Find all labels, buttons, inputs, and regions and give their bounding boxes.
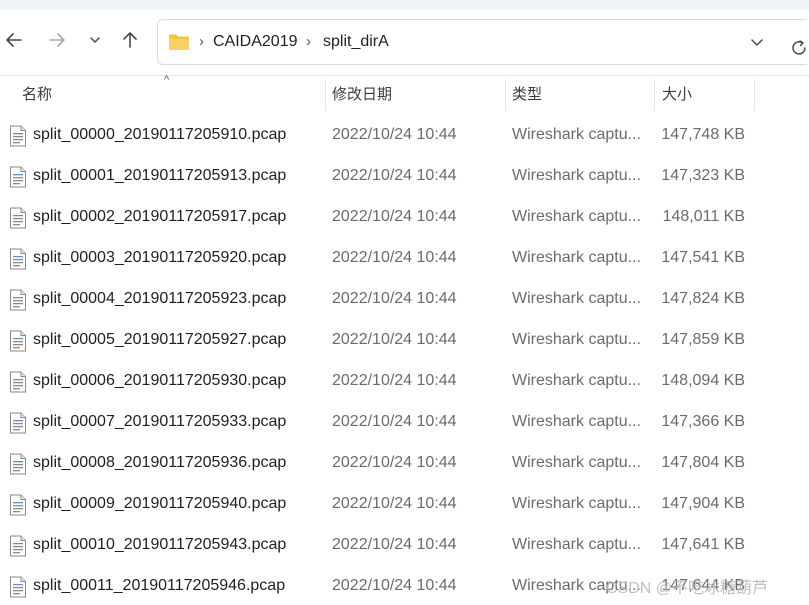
- title-strip: [0, 0, 809, 10]
- file-name: split_00005_20190117205927.pcap: [33, 331, 287, 348]
- watermark-text: CSDN @不吃冰糖葫芦: [606, 580, 769, 597]
- file-modified-date: 2022/10/24 10:44: [332, 413, 457, 430]
- file-name: split_00008_20190117205936.pcap: [33, 454, 287, 471]
- file-size: 147,824 KB: [661, 290, 745, 307]
- file-name: split_00006_20190117205930.pcap: [33, 372, 287, 389]
- column-header-date[interactable]: 修改日期: [332, 76, 392, 113]
- file-name: split_00002_20190117205917.pcap: [33, 208, 287, 225]
- pcap-file-icon: [10, 453, 26, 475]
- back-button[interactable]: [0, 26, 28, 54]
- file-row[interactable]: split_00005_20190117205927.pcap 2022/10/…: [0, 321, 809, 362]
- file-row[interactable]: split_00001_20190117205913.pcap 2022/10/…: [0, 157, 809, 198]
- file-type: Wireshark captu...: [512, 331, 641, 348]
- file-name: split_00001_20190117205913.pcap: [33, 167, 287, 184]
- file-modified-date: 2022/10/24 10:44: [332, 126, 457, 143]
- file-name: split_00011_20190117205946.pcap: [33, 577, 286, 594]
- forward-button[interactable]: [43, 26, 71, 54]
- file-type: Wireshark captu...: [512, 495, 641, 512]
- file-name: split_00003_20190117205920.pcap: [33, 249, 287, 266]
- file-modified-date: 2022/10/24 10:44: [332, 536, 457, 553]
- file-size: 147,366 KB: [661, 413, 745, 430]
- file-type: Wireshark captu...: [512, 454, 641, 471]
- column-header-name[interactable]: 名称: [22, 76, 52, 113]
- file-type: Wireshark captu...: [512, 167, 641, 184]
- column-header-size[interactable]: 大小: [662, 76, 692, 113]
- breadcrumb-item-split-dira[interactable]: split_dirA: [323, 33, 389, 51]
- folder-icon: [169, 34, 189, 50]
- breadcrumb-separator: ›: [199, 33, 204, 50]
- arrow-right-icon: [49, 33, 65, 47]
- sort-ascending-icon: ^: [164, 74, 170, 86]
- arrow-up-icon: [123, 32, 137, 48]
- pcap-file-icon: [10, 207, 26, 229]
- chevron-down-icon[interactable]: [748, 33, 766, 51]
- file-name: split_00010_20190117205943.pcap: [33, 536, 287, 553]
- pcap-file-icon: [10, 535, 26, 557]
- pcap-file-icon: [10, 371, 26, 393]
- file-row[interactable]: split_00006_20190117205930.pcap 2022/10/…: [0, 362, 809, 403]
- file-size: 147,804 KB: [661, 454, 745, 471]
- pcap-file-icon: [10, 412, 26, 434]
- column-divider[interactable]: [654, 79, 655, 111]
- file-name: split_00009_20190117205940.pcap: [33, 495, 287, 512]
- column-divider[interactable]: [505, 79, 506, 111]
- file-row[interactable]: split_00009_20190117205940.pcap 2022/10/…: [0, 485, 809, 526]
- file-modified-date: 2022/10/24 10:44: [332, 249, 457, 266]
- file-modified-date: 2022/10/24 10:44: [332, 372, 457, 389]
- pcap-file-icon: [10, 166, 26, 188]
- file-type: Wireshark captu...: [512, 290, 641, 307]
- file-row[interactable]: split_00004_20190117205923.pcap 2022/10/…: [0, 280, 809, 321]
- file-size: 147,904 KB: [661, 495, 745, 512]
- file-row[interactable]: split_00010_20190117205943.pcap 2022/10/…: [0, 526, 809, 567]
- file-name: split_00000_20190117205910.pcap: [33, 126, 287, 143]
- pcap-file-icon: [10, 576, 26, 598]
- file-type: Wireshark captu...: [512, 536, 641, 553]
- column-divider[interactable]: [325, 79, 326, 111]
- file-size: 147,859 KB: [661, 331, 745, 348]
- column-header-row: ^ 名称 修改日期 类型 大小: [0, 74, 809, 113]
- file-size: 148,011 KB: [662, 208, 745, 225]
- file-size: 147,748 KB: [661, 126, 745, 143]
- navigation-bar: › CAIDA2019 › split_dirA: [0, 10, 809, 76]
- file-modified-date: 2022/10/24 10:44: [332, 495, 457, 512]
- file-type: Wireshark captu...: [512, 249, 641, 266]
- file-modified-date: 2022/10/24 10:44: [332, 454, 457, 471]
- file-name: split_00004_20190117205923.pcap: [33, 290, 287, 307]
- column-header-type[interactable]: 类型: [512, 76, 542, 113]
- chevron-down-icon: [90, 37, 100, 43]
- pcap-file-icon: [10, 494, 26, 516]
- file-size: 147,641 KB: [661, 536, 745, 553]
- file-modified-date: 2022/10/24 10:44: [332, 290, 457, 307]
- column-divider[interactable]: [754, 79, 755, 111]
- file-type: Wireshark captu...: [512, 126, 641, 143]
- file-name: split_00007_20190117205933.pcap: [33, 413, 287, 430]
- refresh-icon[interactable]: [790, 39, 808, 57]
- file-size: 148,094 KB: [661, 372, 745, 389]
- file-size: 147,323 KB: [661, 167, 745, 184]
- file-row[interactable]: split_00002_20190117205917.pcap 2022/10/…: [0, 198, 809, 239]
- recent-locations-button[interactable]: [81, 26, 109, 54]
- pcap-file-icon: [10, 125, 26, 147]
- pcap-file-icon: [10, 248, 26, 270]
- pcap-file-icon: [10, 330, 26, 352]
- file-row[interactable]: split_00008_20190117205936.pcap 2022/10/…: [0, 444, 809, 485]
- file-modified-date: 2022/10/24 10:44: [332, 331, 457, 348]
- arrow-left-icon: [6, 33, 22, 47]
- pcap-file-icon: [10, 289, 26, 311]
- file-modified-date: 2022/10/24 10:44: [332, 167, 457, 184]
- breadcrumb-item-caida2019[interactable]: CAIDA2019: [213, 33, 298, 51]
- file-row[interactable]: split_00007_20190117205933.pcap 2022/10/…: [0, 403, 809, 444]
- address-bar[interactable]: › CAIDA2019 › split_dirA: [157, 19, 807, 65]
- file-type: Wireshark captu...: [512, 208, 641, 225]
- file-type: Wireshark captu...: [512, 413, 641, 430]
- file-modified-date: 2022/10/24 10:44: [332, 208, 457, 225]
- file-row[interactable]: split_00003_20190117205920.pcap 2022/10/…: [0, 239, 809, 280]
- file-type: Wireshark captu...: [512, 372, 641, 389]
- breadcrumb-separator: ›: [306, 33, 311, 50]
- file-modified-date: 2022/10/24 10:44: [332, 577, 457, 594]
- file-row[interactable]: split_00000_20190117205910.pcap 2022/10/…: [0, 116, 809, 157]
- file-size: 147,541 KB: [661, 249, 745, 266]
- up-button[interactable]: [116, 26, 144, 54]
